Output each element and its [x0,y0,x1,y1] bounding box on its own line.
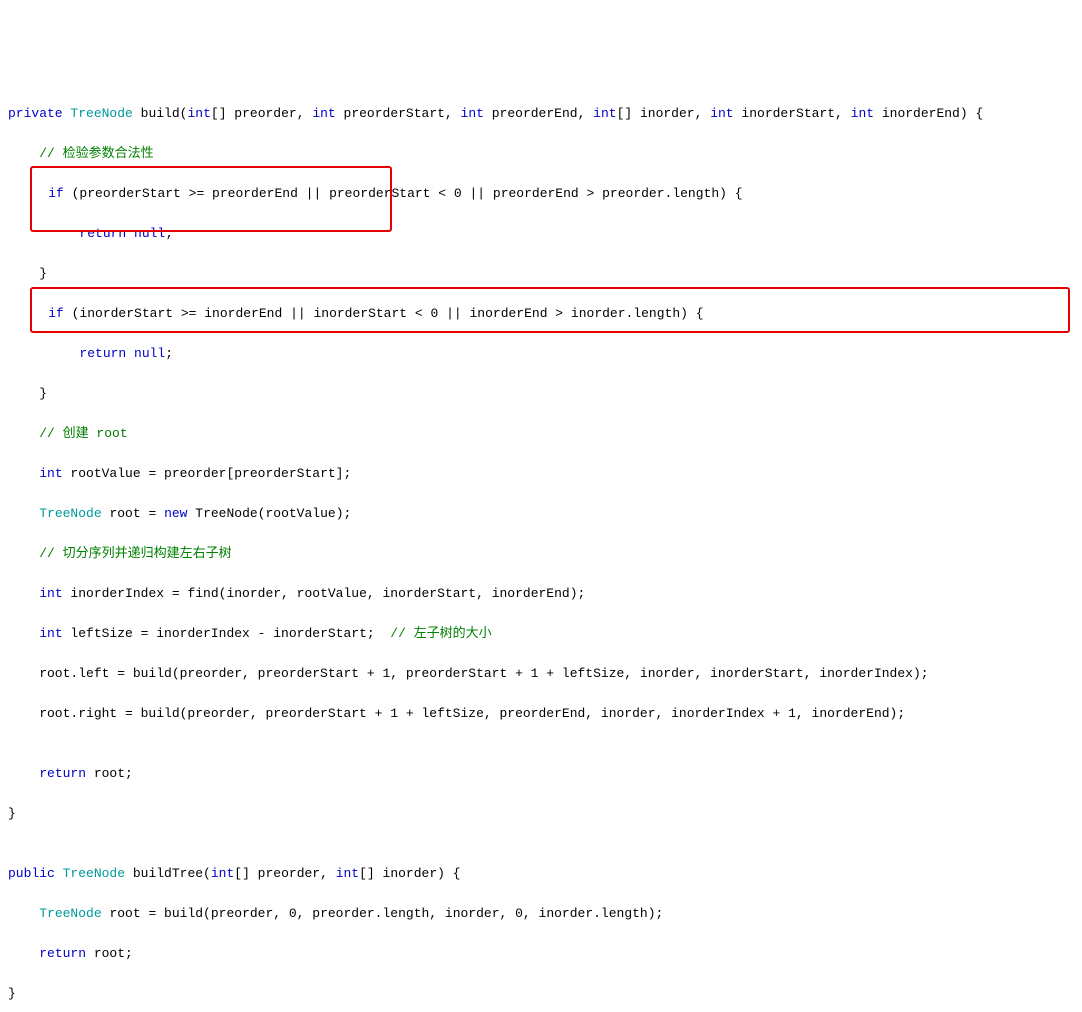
code-line: return root; [8,944,1074,964]
code-line: private TreeNode build(int[] preorder, i… [8,104,1074,124]
code-line: // 检验参数合法性 [8,144,1074,164]
code-line: root.left = build(preorder, preorderStar… [8,664,1074,684]
code-line: root.right = build(preorder, preorderSta… [8,704,1074,724]
code-line: } [8,804,1074,824]
code-line: // 创建 root [8,424,1074,444]
code-line: if (inorderStart >= inorderEnd || inorde… [8,304,1074,324]
code-line: } [8,264,1074,284]
code-line: } [8,984,1074,1004]
code-line: int rootValue = preorder[preorderStart]; [8,464,1074,484]
code-block: private TreeNode build(int[] preorder, i… [8,84,1074,1012]
code-line: return root; [8,764,1074,784]
code-line: TreeNode root = new TreeNode(rootValue); [8,504,1074,524]
code-line: // 切分序列并递归构建左右子树 [8,544,1074,564]
code-line: int leftSize = inorderIndex - inorderSta… [8,624,1074,644]
code-line: return null; [8,224,1074,244]
code-line: if (preorderStart >= preorderEnd || preo… [8,184,1074,204]
code-line: public TreeNode buildTree(int[] preorder… [8,864,1074,884]
code-line: int inorderIndex = find(inorder, rootVal… [8,584,1074,604]
code-line: return null; [8,344,1074,364]
code-line: TreeNode root = build(preorder, 0, preor… [8,904,1074,924]
code-line: } [8,384,1074,404]
